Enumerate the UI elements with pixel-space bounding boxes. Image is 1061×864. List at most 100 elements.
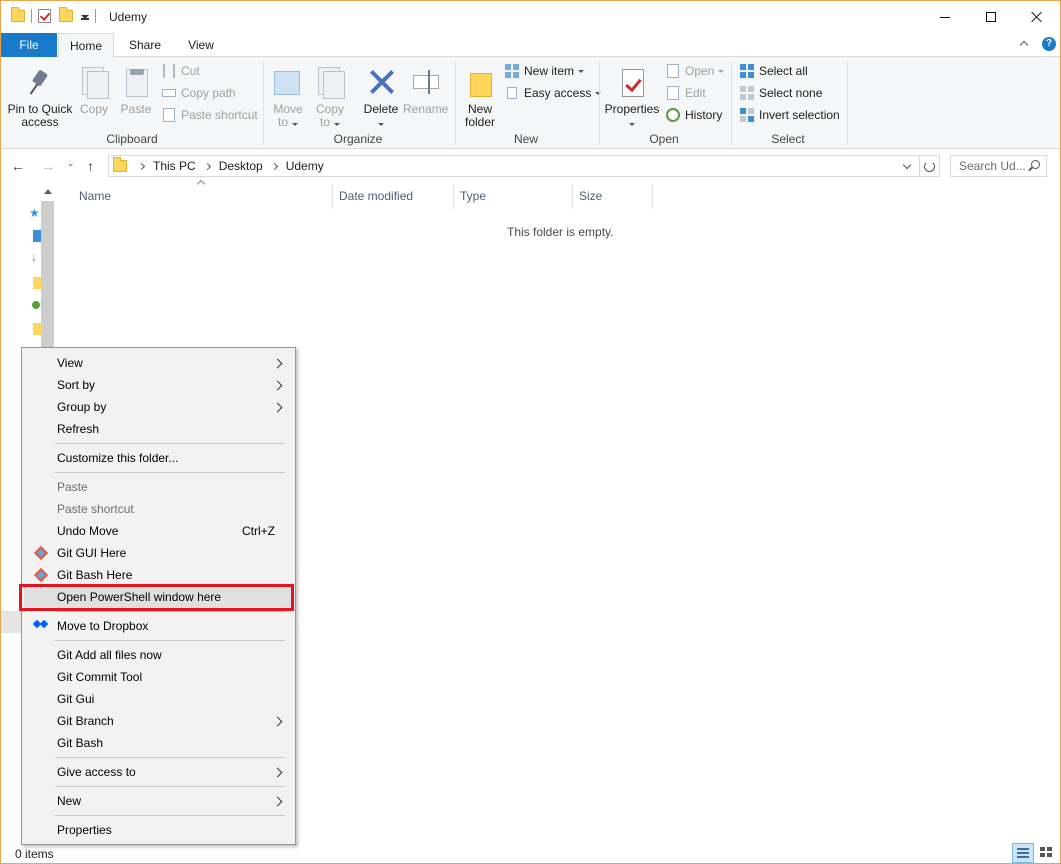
menu-item-git-add-all[interactable]: Git Add all files now [24, 644, 293, 666]
menu-item-refresh[interactable]: Refresh [24, 418, 293, 440]
invert-selection-button[interactable]: Invert selection [739, 105, 840, 125]
move-to-icon [272, 67, 304, 99]
breadcrumb-this-pc[interactable]: This PC [153, 159, 196, 173]
quick-access-star-icon[interactable]: ★ [29, 207, 40, 219]
properties-caret [603, 116, 661, 129]
menu-item-customize-folder[interactable]: Customize this folder... [24, 447, 293, 469]
search-input[interactable]: Search Ud... [950, 155, 1047, 177]
folder-nav-icon[interactable] [33, 323, 41, 335]
menu-item-label: Git Commit Tool [57, 670, 143, 684]
column-header-date-modified[interactable]: Date modified [333, 183, 454, 209]
window-title: Udemy [109, 10, 148, 24]
breadcrumb-chevron-icon[interactable] [203, 162, 211, 170]
forward-arrow-icon[interactable]: → [41, 158, 55, 174]
address-bar[interactable]: This PC Desktop Udemy [108, 155, 920, 177]
customize-quick-access-icon[interactable] [81, 12, 89, 20]
paste-button[interactable]: Paste [119, 67, 153, 116]
column-header-size[interactable]: Size [573, 183, 653, 209]
paste-shortcut-button[interactable]: Paste shortcut [161, 105, 258, 125]
up-arrow-icon[interactable]: ↑ [87, 158, 94, 174]
rename-button[interactable]: Rename [403, 67, 448, 116]
copy-path-button[interactable]: Copy path [161, 83, 236, 103]
breadcrumb-desktop[interactable]: Desktop [219, 159, 263, 173]
menu-item-paste[interactable]: Paste [24, 476, 293, 498]
select-none-button[interactable]: Select none [739, 83, 822, 103]
pin-to-quick-access-button[interactable]: Pin to Quick access [5, 67, 75, 129]
delete-label: Delete [363, 102, 399, 116]
menu-item-git-gui-here[interactable]: Git GUI Here [24, 542, 293, 564]
copy-button[interactable]: Copy [77, 67, 111, 116]
breadcrumb-chevron-icon[interactable] [270, 162, 278, 170]
menu-item-undo-move[interactable]: Undo Move Ctrl+Z [24, 520, 293, 542]
divider [731, 61, 732, 145]
move-to-button[interactable]: Move to [271, 67, 305, 129]
menu-item-view[interactable]: View [24, 352, 293, 374]
menu-item-label: Refresh [57, 422, 100, 436]
new-folder-quick-icon[interactable] [59, 7, 73, 22]
new-item-label: New item [524, 64, 575, 78]
refresh-button[interactable] [920, 155, 940, 177]
minimize-ribbon-icon[interactable] [1019, 39, 1029, 49]
delete-button[interactable]: Delete [361, 67, 401, 129]
select-none-icon [739, 85, 755, 101]
menu-item-paste-shortcut[interactable]: Paste shortcut [24, 498, 293, 520]
tab-view[interactable]: View [173, 33, 229, 57]
scroll-up-arrow-icon[interactable] [44, 189, 52, 194]
details-view-button[interactable] [1012, 843, 1034, 863]
edit-button[interactable]: Edit [665, 83, 706, 103]
menu-item-open-powershell[interactable]: Open PowerShell window here [24, 586, 293, 608]
copy-to-label-2: to [313, 116, 347, 129]
tab-file[interactable]: File [1, 33, 57, 57]
maximize-button[interactable] [968, 1, 1014, 33]
desktop-nav-icon[interactable] [33, 230, 41, 242]
context-menu: View Sort by Group by Refresh Customize … [21, 347, 296, 845]
easy-access-button[interactable]: Easy access [504, 83, 602, 103]
copy-label: Copy [79, 102, 108, 116]
cut-button[interactable]: Cut [161, 61, 200, 81]
back-arrow-icon[interactable]: ← [11, 158, 25, 174]
downloads-arrow-icon[interactable]: ↓ [31, 251, 41, 263]
new-item-icon [504, 63, 520, 79]
close-button[interactable] [1014, 1, 1060, 33]
menu-item-git-bash-here[interactable]: Git Bash Here [24, 564, 293, 586]
shortcut-text: Ctrl+Z [242, 524, 275, 538]
tab-home[interactable]: Home [58, 33, 114, 58]
menu-item-git-bash[interactable]: Git Bash [24, 732, 293, 754]
history-button[interactable]: History [665, 105, 722, 125]
menu-item-git-commit-tool[interactable]: Git Commit Tool [24, 666, 293, 688]
recent-locations-chevron-down-icon[interactable]: ⌄ [67, 158, 75, 169]
menu-separator [55, 640, 285, 641]
copy-to-label: Copy [315, 102, 344, 116]
new-folder-button[interactable]: New folder [461, 67, 499, 129]
folder-icon [113, 157, 127, 172]
folder-nav-icon[interactable] [33, 277, 41, 289]
copy-path-icon [161, 85, 177, 101]
new-item-button[interactable]: New item [504, 61, 585, 81]
open-button[interactable]: Open [665, 61, 725, 81]
minimize-button[interactable] [922, 1, 968, 33]
menu-item-label: Open PowerShell window here [57, 590, 222, 604]
menu-item-git-gui[interactable]: Git Gui [24, 688, 293, 710]
menu-item-properties[interactable]: Properties [24, 819, 293, 841]
synced-folder-icon[interactable] [32, 301, 40, 309]
tab-share[interactable]: Share [117, 33, 173, 57]
help-icon[interactable]: ? [1042, 37, 1056, 51]
breadcrumb-udemy[interactable]: Udemy [286, 159, 324, 173]
copy-to-button[interactable]: Copy to [313, 67, 347, 129]
scissors-icon [161, 63, 177, 79]
properties-button[interactable]: Properties [603, 67, 661, 129]
menu-item-new[interactable]: New [24, 790, 293, 812]
menu-item-git-branch[interactable]: Git Branch [24, 710, 293, 732]
menu-item-give-access-to[interactable]: Give access to [24, 761, 293, 783]
menu-item-sort-by[interactable]: Sort by [24, 374, 293, 396]
column-header-name[interactable]: Name [73, 183, 333, 209]
properties-quick-icon[interactable] [38, 9, 51, 23]
submenu-chevron-icon [272, 767, 283, 778]
select-all-button[interactable]: Select all [739, 61, 808, 81]
column-header-type[interactable]: Type [454, 183, 573, 209]
breadcrumb-chevron-icon[interactable] [137, 162, 146, 170]
move-to-label-2: to [271, 116, 305, 129]
menu-item-group-by[interactable]: Group by [24, 396, 293, 418]
large-icons-view-button[interactable] [1036, 843, 1058, 863]
menu-item-move-to-dropbox[interactable]: Move to Dropbox [24, 615, 293, 637]
